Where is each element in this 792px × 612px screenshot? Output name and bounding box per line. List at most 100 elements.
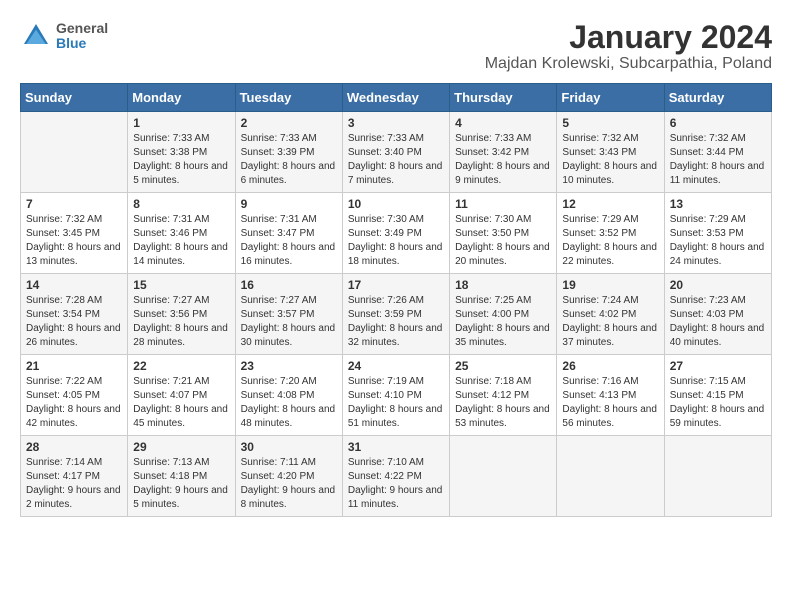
day-cell: 13 Sunrise: 7:29 AMSunset: 3:53 PMDayligh… [664,193,771,274]
header-day-sunday: Sunday [21,84,128,112]
day-info: Sunrise: 7:30 AMSunset: 3:49 PMDaylight:… [348,213,444,269]
day-number: 29 [133,440,229,454]
day-info: Sunrise: 7:29 AMSunset: 3:53 PMDaylight:… [670,213,766,269]
day-number: 26 [562,359,658,373]
calendar-body: 1Sunrise: 7:33 AMSunset: 3:38 PMDaylight… [21,112,772,517]
day-number: 8 [133,197,229,211]
day-number: 19 [562,278,658,292]
header-day-wednesday: Wednesday [342,84,449,112]
day-cell [450,436,557,517]
day-info: Sunrise: 7:28 AMSunset: 3:54 PMDaylight:… [26,294,122,350]
day-info: Sunrise: 7:19 AMSunset: 4:10 PMDaylight:… [348,375,444,431]
day-cell [664,436,771,517]
logo-text: General Blue [56,21,108,52]
day-cell [21,112,128,193]
header-day-thursday: Thursday [450,84,557,112]
day-number: 4 [455,116,551,130]
day-info: Sunrise: 7:11 AMSunset: 4:20 PMDaylight:… [241,456,337,512]
week-row-2: 14Sunrise: 7:28 AMSunset: 3:54 PMDayligh… [21,274,772,355]
day-info: Sunrise: 7:21 AMSunset: 4:07 PMDaylight:… [133,375,229,431]
day-number: 28 [26,440,122,454]
day-cell: 11 Sunrise: 7:30 AMSunset: 3:50 PMDayligh… [450,193,557,274]
day-cell: 15 Sunrise: 7:27 AMSunset: 3:56 PMDayligh… [128,274,235,355]
day-number: 12 [562,197,658,211]
header-day-saturday: Saturday [664,84,771,112]
day-cell: 14Sunrise: 7:28 AMSunset: 3:54 PMDayligh… [21,274,128,355]
day-number: 21 [26,359,122,373]
header-row: SundayMondayTuesdayWednesdayThursdayFrid… [21,84,772,112]
day-cell: 29 Sunrise: 7:13 AMSunset: 4:18 PMDayligh… [128,436,235,517]
day-number: 2 [241,116,337,130]
day-cell: 27Sunrise: 7:15 AMSunset: 4:15 PMDayligh… [664,355,771,436]
day-number: 13 [670,197,766,211]
day-info: Sunrise: 7:18 AMSunset: 4:12 PMDaylight:… [455,375,551,431]
day-number: 16 [241,278,337,292]
day-cell: 9 Sunrise: 7:31 AMSunset: 3:47 PMDaylight… [235,193,342,274]
day-info: Sunrise: 7:10 AMSunset: 4:22 PMDaylight:… [348,456,444,512]
day-cell: 23Sunrise: 7:20 AMSunset: 4:08 PMDayligh… [235,355,342,436]
day-info: Sunrise: 7:33 AMSunset: 3:42 PMDaylight:… [455,132,551,188]
day-info: Sunrise: 7:23 AMSunset: 4:03 PMDaylight:… [670,294,766,350]
day-info: Sunrise: 7:30 AMSunset: 3:50 PMDaylight:… [455,213,551,269]
day-cell: 31 Sunrise: 7:10 AMSunset: 4:22 PMDayligh… [342,436,449,517]
day-cell [557,436,664,517]
day-cell: 30Sunrise: 7:11 AMSunset: 4:20 PMDayligh… [235,436,342,517]
day-cell: 6 Sunrise: 7:32 AMSunset: 3:44 PMDaylight… [664,112,771,193]
day-info: Sunrise: 7:25 AMSunset: 4:00 PMDaylight:… [455,294,551,350]
day-cell: 2 Sunrise: 7:33 AMSunset: 3:39 PMDaylight… [235,112,342,193]
day-cell: 21 Sunrise: 7:22 AMSunset: 4:05 PMDayligh… [21,355,128,436]
day-info: Sunrise: 7:16 AMSunset: 4:13 PMDaylight:… [562,375,658,431]
day-cell: 3 Sunrise: 7:33 AMSunset: 3:40 PMDaylight… [342,112,449,193]
week-row-1: 7 Sunrise: 7:32 AMSunset: 3:45 PMDaylight… [21,193,772,274]
day-number: 20 [670,278,766,292]
day-number: 15 [133,278,229,292]
day-cell: 19 Sunrise: 7:24 AMSunset: 4:02 PMDayligh… [557,274,664,355]
day-number: 9 [241,197,337,211]
day-info: Sunrise: 7:14 AMSunset: 4:17 PMDaylight:… [26,456,122,512]
day-cell: 17 Sunrise: 7:26 AMSunset: 3:59 PMDayligh… [342,274,449,355]
day-info: Sunrise: 7:32 AMSunset: 3:45 PMDaylight:… [26,213,122,269]
calendar-subtitle: Majdan Krolewski, Subcarpathia, Poland [485,55,772,73]
day-info: Sunrise: 7:33 AMSunset: 3:39 PMDaylight:… [241,132,337,188]
day-cell: 5Sunrise: 7:32 AMSunset: 3:43 PMDaylight… [557,112,664,193]
title-section: January 2024 Majdan Krolewski, Subcarpat… [485,20,772,73]
day-number: 11 [455,197,551,211]
day-number: 7 [26,197,122,211]
day-cell: 22Sunrise: 7:21 AMSunset: 4:07 PMDayligh… [128,355,235,436]
day-info: Sunrise: 7:33 AMSunset: 3:38 PMDaylight:… [133,132,229,188]
day-number: 25 [455,359,551,373]
day-info: Sunrise: 7:27 AMSunset: 3:56 PMDaylight:… [133,294,229,350]
day-cell: 7 Sunrise: 7:32 AMSunset: 3:45 PMDaylight… [21,193,128,274]
header-day-friday: Friday [557,84,664,112]
calendar-header: SundayMondayTuesdayWednesdayThursdayFrid… [21,84,772,112]
logo-blue: Blue [56,36,108,51]
day-info: Sunrise: 7:33 AMSunset: 3:40 PMDaylight:… [348,132,444,188]
logo-general: General [56,21,108,36]
week-row-3: 21 Sunrise: 7:22 AMSunset: 4:05 PMDayligh… [21,355,772,436]
day-number: 31 [348,440,444,454]
day-info: Sunrise: 7:22 AMSunset: 4:05 PMDaylight:… [26,375,122,431]
day-number: 3 [348,116,444,130]
logo-icon [20,20,52,52]
day-info: Sunrise: 7:15 AMSunset: 4:15 PMDaylight:… [670,375,766,431]
day-info: Sunrise: 7:24 AMSunset: 4:02 PMDaylight:… [562,294,658,350]
day-cell: 12 Sunrise: 7:29 AMSunset: 3:52 PMDayligh… [557,193,664,274]
day-number: 18 [455,278,551,292]
week-row-0: 1Sunrise: 7:33 AMSunset: 3:38 PMDaylight… [21,112,772,193]
day-info: Sunrise: 7:13 AMSunset: 4:18 PMDaylight:… [133,456,229,512]
page-header: General Blue January 2024 Majdan Krolews… [20,20,772,73]
day-cell: 8Sunrise: 7:31 AMSunset: 3:46 PMDaylight… [128,193,235,274]
day-number: 17 [348,278,444,292]
day-number: 10 [348,197,444,211]
day-cell: 4 Sunrise: 7:33 AMSunset: 3:42 PMDaylight… [450,112,557,193]
day-info: Sunrise: 7:20 AMSunset: 4:08 PMDaylight:… [241,375,337,431]
day-info: Sunrise: 7:27 AMSunset: 3:57 PMDaylight:… [241,294,337,350]
header-day-monday: Monday [128,84,235,112]
day-info: Sunrise: 7:26 AMSunset: 3:59 PMDaylight:… [348,294,444,350]
day-info: Sunrise: 7:32 AMSunset: 3:44 PMDaylight:… [670,132,766,188]
day-info: Sunrise: 7:31 AMSunset: 3:47 PMDaylight:… [241,213,337,269]
day-number: 6 [670,116,766,130]
day-number: 24 [348,359,444,373]
day-info: Sunrise: 7:29 AMSunset: 3:52 PMDaylight:… [562,213,658,269]
day-cell: 16 Sunrise: 7:27 AMSunset: 3:57 PMDayligh… [235,274,342,355]
